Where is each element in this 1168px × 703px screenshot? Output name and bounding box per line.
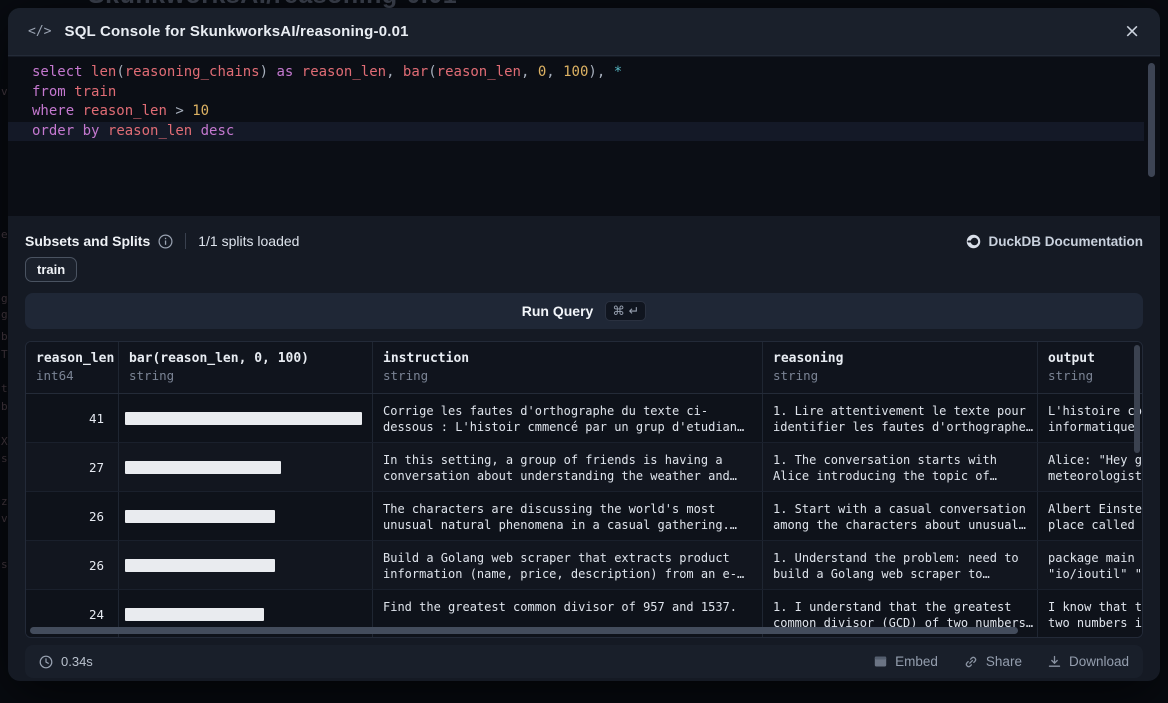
column-header-reason-len: reason_len int64 — [26, 342, 119, 393]
results-table: reason_len int64 bar(reason_len, 0, 100) st… — [25, 341, 1143, 638]
screen: SkunkworksAI/reasoning-0.01 vegeg abThth… — [0, 0, 1168, 703]
code-line: where reason_len > 10 — [8, 102, 1144, 122]
cell-bar — [119, 492, 373, 540]
download-label: Download — [1069, 654, 1129, 669]
duckdb-documentation-label: DuckDB Documentation — [988, 234, 1143, 249]
split-chip-train[interactable]: train — [25, 257, 77, 282]
table-row: 26 Build a Golang web scraper that extrac… — [26, 541, 1142, 590]
table-header-row: reason_len int64 bar(reason_len, 0, 100) st… — [26, 342, 1142, 394]
editor-scrollbar-thumb[interactable] — [1148, 63, 1155, 177]
download-button[interactable]: Download — [1048, 654, 1129, 669]
sql-code: select len(reasoning_chains) as reason_l… — [8, 63, 1144, 141]
divider — [185, 233, 186, 249]
cell-reason-len: 41 — [26, 394, 119, 442]
clock-icon — [39, 655, 53, 669]
column-type: string — [1048, 368, 1143, 383]
column-name: reasoning — [773, 351, 1027, 366]
background-page: SkunkworksAI/reasoning-0.01 — [0, 0, 1168, 8]
embed-label: Embed — [895, 654, 938, 669]
duckdb-documentation-link[interactable]: DuckDB Documentation — [966, 234, 1143, 249]
column-header-bar-reason-len-0-100-: bar(reason_len, 0, 100) string — [119, 342, 373, 393]
code-line-active: order by reason_len desc — [8, 122, 1144, 142]
cell-reason-len: 26 — [26, 492, 119, 540]
embed-icon — [874, 655, 887, 668]
cell-instruction: Corrige les fautes d'orthographe du text… — [373, 394, 763, 442]
table-horizontal-scrollbar[interactable] — [30, 627, 1136, 634]
cell-reasoning: 1. Lire attentivement le texte pour iden… — [763, 394, 1038, 442]
run-query-label: Run Query — [522, 303, 594, 319]
value-bar — [125, 461, 281, 474]
embed-button[interactable]: Embed — [874, 654, 938, 669]
column-header-output: output string — [1038, 342, 1143, 393]
cell-output: L'histoire co informatique — [1038, 394, 1143, 442]
cell-reasoning: 1. Start with a casual conversation amon… — [763, 492, 1038, 540]
table-row: 26 The characters are discussing the worl… — [26, 492, 1142, 541]
download-icon — [1048, 655, 1061, 668]
cell-reasoning: 1. Understand the problem: need to build… — [763, 541, 1038, 589]
share-label: Share — [986, 654, 1022, 669]
table-row: 27 In this setting, a group of friends is… — [26, 443, 1142, 492]
value-bar — [125, 510, 275, 523]
background-text-fragment: z — [1, 495, 8, 508]
column-type: string — [129, 368, 362, 383]
cell-bar — [119, 394, 373, 442]
cell-instruction: In this setting, a group of friends is h… — [373, 443, 763, 491]
column-type: string — [773, 368, 1027, 383]
background-text-fragment: s — [1, 452, 8, 465]
value-bar — [125, 559, 275, 572]
column-type: int64 — [36, 368, 108, 383]
table-vertical-scrollbar[interactable] — [1134, 345, 1140, 633]
code-line: from train — [8, 83, 1144, 103]
link-icon — [964, 655, 978, 669]
editor-vertical-scrollbar[interactable] — [1148, 63, 1155, 211]
cell-bar — [119, 443, 373, 491]
background-text-fragment: e — [1, 228, 8, 241]
cell-instruction: Build a Golang web scraper that extracts… — [373, 541, 763, 589]
cell-instruction: The characters are discussing the world'… — [373, 492, 763, 540]
cell-bar — [119, 541, 373, 589]
cell-output: Alice: "Hey g meteorologist — [1038, 443, 1143, 491]
column-header-instruction: instruction string — [373, 342, 763, 393]
subsets-label: Subsets and Splits — [25, 233, 150, 249]
column-name: reason_len — [36, 351, 108, 366]
cell-output: package main "io/ioutil" " — [1038, 541, 1143, 589]
duckdb-logo-icon — [966, 234, 981, 249]
modal-titlebar: </> SQL Console for SkunkworksAI/reasoni… — [8, 8, 1160, 56]
query-duration: 0.34s — [39, 654, 93, 669]
cell-output: Albert Einste place called — [1038, 492, 1143, 540]
column-header-reasoning: reasoning string — [763, 342, 1038, 393]
background-text-fragment: v — [1, 85, 8, 98]
code-icon: </> — [28, 24, 51, 39]
run-query-button[interactable]: Run Query ⌘ ↵ — [25, 293, 1143, 329]
modal-footer: 0.34s Embed Share — [25, 645, 1143, 678]
background-page-title: SkunkworksAI/reasoning-0.01 — [88, 0, 457, 8]
column-name: instruction — [383, 351, 752, 366]
cell-reason-len: 27 — [26, 443, 119, 491]
splits-loaded-status: 1/1 splits loaded — [198, 233, 299, 249]
cell-reason-len: 26 — [26, 541, 119, 589]
table-body: 41 Corrige les fautes d'orthographe du te… — [26, 394, 1142, 638]
info-icon[interactable] — [158, 234, 173, 249]
query-duration-value: 0.34s — [61, 654, 93, 669]
table-vscrollbar-thumb[interactable] — [1134, 345, 1140, 453]
footer-actions: Embed Share Download — [874, 654, 1129, 669]
keyboard-shortcut-badge: ⌘ ↵ — [605, 301, 646, 321]
column-type: string — [383, 368, 752, 383]
sql-console-modal: </> SQL Console for SkunkworksAI/reasoni… — [8, 8, 1160, 681]
column-name: bar(reason_len, 0, 100) — [129, 351, 362, 366]
cell-reasoning: 1. The conversation starts with Alice in… — [763, 443, 1038, 491]
subsets-and-splits-bar: Subsets and Splits 1/1 splits loaded Duc… — [25, 230, 1143, 252]
code-line: select len(reasoning_chains) as reason_l… — [8, 63, 1144, 83]
background-text-fragment: b — [1, 330, 8, 343]
column-name: output — [1048, 351, 1143, 366]
background-text-fragment: v — [1, 512, 8, 525]
value-bar — [125, 608, 264, 621]
sql-editor[interactable]: select len(reasoning_chains) as reason_l… — [8, 57, 1160, 216]
share-button[interactable]: Share — [964, 654, 1022, 669]
value-bar — [125, 412, 362, 425]
table-hscrollbar-thumb[interactable] — [30, 627, 1018, 634]
table-row: 41 Corrige les fautes d'orthographe du te… — [26, 394, 1142, 443]
modal-title: SQL Console for SkunkworksAI/reasoning-0… — [64, 23, 408, 40]
close-icon[interactable]: × — [1124, 22, 1140, 41]
